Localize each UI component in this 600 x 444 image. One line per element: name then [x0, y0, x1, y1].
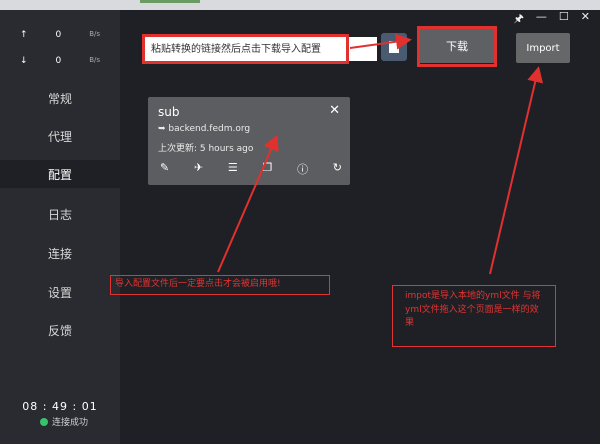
download-unit: B/s	[89, 56, 100, 64]
download-value: 0	[55, 56, 62, 66]
download-speed: ↓ 0 B/s	[20, 56, 100, 66]
maximize-icon[interactable]: ☐	[559, 10, 569, 29]
info-icon[interactable]: ⓘ	[297, 161, 308, 177]
list-icon[interactable]: ☰	[228, 161, 238, 177]
paste-button[interactable]	[381, 33, 407, 61]
sidebar-item-feedback[interactable]: 反馈	[0, 322, 120, 339]
copy-icon[interactable]: ❐	[262, 161, 272, 177]
status-label: 连接成功	[52, 418, 89, 428]
profile-url: ➥ backend.fedm.org	[158, 124, 251, 134]
upload-value: 0	[55, 30, 62, 40]
sidebar-item-general[interactable]: 常规	[0, 90, 120, 107]
connection-status: 连接成功	[40, 415, 88, 428]
upload-speed: ↑ 0 B/s	[20, 30, 100, 40]
upload-arrow-icon: ↑	[20, 30, 28, 40]
sidebar-item-proxies[interactable]: 代理	[0, 128, 120, 145]
arrow-to-import	[489, 66, 544, 275]
profile-card[interactable]: sub ✕ ➥ backend.fedm.org 上次更新: 5 hours a…	[148, 97, 350, 185]
window-controls: 🖈 — ☐ ✕	[514, 10, 590, 29]
sidebar-item-connections[interactable]: 连接	[0, 245, 120, 262]
sidebar-item-settings[interactable]: 设置	[0, 284, 120, 301]
import-button[interactable]: Import	[516, 33, 570, 63]
top-strip-accent	[140, 0, 200, 3]
enable-note: 导入配置文件后一定要点击才会被启用哦!	[110, 275, 330, 295]
profile-actions: ✎ ✈ ☰ ❐ ⓘ ↻	[160, 161, 342, 177]
download-arrow-icon: ↓	[20, 56, 28, 66]
status-dot-icon	[40, 417, 48, 426]
upload-unit: B/s	[89, 30, 100, 38]
minimize-icon[interactable]: —	[536, 10, 547, 29]
sidebar-item-profiles[interactable]: 配置	[0, 166, 120, 183]
profile-updated: 上次更新: 5 hours ago	[158, 144, 254, 154]
top-strip	[0, 0, 600, 10]
subscription-url-input[interactable]	[145, 37, 377, 61]
profile-name: sub	[158, 105, 180, 119]
paste-icon	[389, 41, 399, 53]
download-button[interactable]: 下载	[420, 29, 494, 63]
import-note: impot是导入本地的yml文件 与将yml文件拖入这个页面是一样的效果	[392, 285, 556, 347]
close-icon[interactable]: ✕	[329, 103, 340, 118]
sidebar-item-logs[interactable]: 日志	[0, 206, 120, 223]
close-icon[interactable]: ✕	[581, 10, 590, 29]
uptime-clock: 08 : 49 : 01	[22, 400, 98, 413]
edit-icon[interactable]: ✎	[160, 161, 169, 177]
refresh-icon[interactable]: ↻	[333, 161, 342, 177]
plane-icon[interactable]: ✈	[194, 161, 203, 177]
pin-icon[interactable]: 🖈	[514, 10, 524, 29]
sidebar: ↑ 0 B/s ↓ 0 B/s 常规 代理 配置 日志 连接 设置 反馈 08 …	[0, 10, 120, 444]
